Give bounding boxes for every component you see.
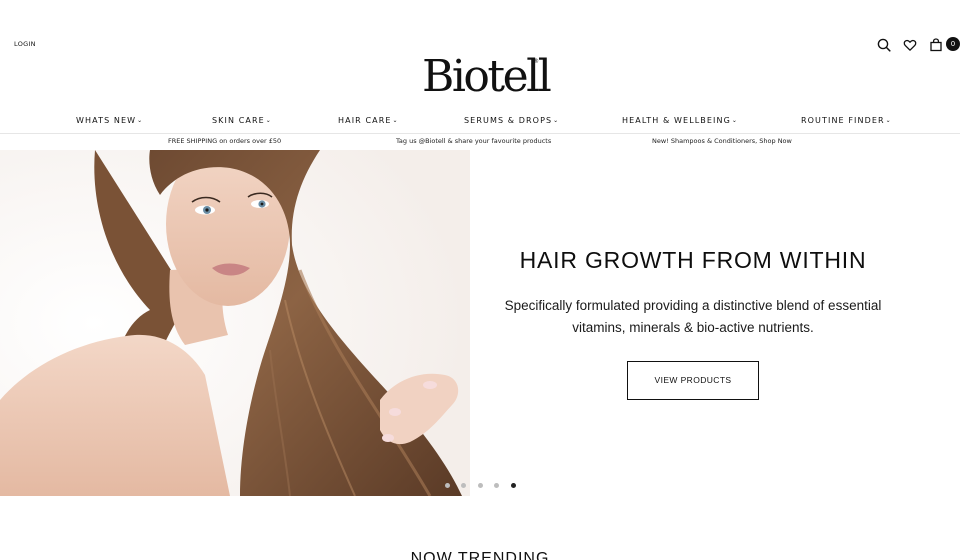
chevron-down-icon: ⌄ [265,117,272,124]
announcement-tag-us[interactable]: Tag us @Biotell & share your favourite p… [396,137,551,145]
hero-title: HAIR GROWTH FROM WITHIN [519,247,867,273]
carousel-dot[interactable] [445,483,450,488]
chevron-down-icon: ⌄ [731,117,739,124]
heart-icon[interactable] [902,37,918,53]
nav-item-label: HAIR CARE [338,116,392,125]
hero-model-image [0,150,470,496]
nav-divider [0,133,960,134]
chevron-down-icon: ⌄ [137,117,144,124]
nav-item-routine-finder[interactable]: ROUTINE FINDER⌄ [801,116,892,125]
bag-icon[interactable] [928,37,944,53]
nav-item-label: SERUMS & DROPS [464,116,553,125]
hero-subtitle-line: vitamins, minerals & bio-active nutrient… [572,320,814,335]
login-link[interactable]: LOGIN [14,40,36,48]
hero-subtitle: Specifically formulated providing a dist… [490,295,896,339]
hero-subtitle-line: Specifically formulated providing a dist… [504,298,882,313]
nav-item-skin-care[interactable]: SKIN CARE⌄ [212,116,272,125]
nav-item-label: SKIN CARE [212,116,265,125]
logo-text: Biotell [422,51,552,102]
section-title-now-trending: NOW TRENDING [410,550,550,560]
nav-item-label: WHATS NEW [76,116,137,125]
announcement-shipping[interactable]: FREE SHIPPING on orders over £50 [168,137,281,145]
carousel-dot[interactable] [461,483,466,488]
carousel-dots [443,483,523,489]
chevron-down-icon: ⌄ [885,117,892,124]
brand-logo[interactable]: Biotell ® [422,52,552,102]
cart-count-badge[interactable]: 0 [946,37,960,51]
announcement-new-products[interactable]: New! Shampoos & Conditioners, Shop Now [652,137,792,145]
carousel-dot[interactable] [478,483,483,488]
nav-item-label: ROUTINE FINDER [801,116,885,125]
carousel-dot[interactable] [494,483,499,488]
nav-item-label: HEALTH & WELLBEING [622,116,731,125]
chevron-down-icon: ⌄ [392,117,399,124]
view-products-button[interactable]: VIEW PRODUCTS [627,361,759,400]
nav-item-whats-new[interactable]: WHATS NEW⌄ [76,116,143,125]
hero-banner: HAIR GROWTH FROM WITHIN Specifically for… [0,150,960,496]
nav-item-health-wellbeing[interactable]: HEALTH & WELLBEING⌄ [622,116,738,125]
main-nav: WHATS NEW⌄ SKIN CARE⌄ HAIR CARE⌄ SERUMS … [0,114,960,134]
carousel-dot-active[interactable] [511,483,516,488]
nav-item-serums-drops[interactable]: SERUMS & DROPS⌄ [464,116,559,125]
search-icon[interactable] [876,37,892,53]
logo-registered-mark: ® [533,58,539,65]
nav-item-hair-care[interactable]: HAIR CARE⌄ [338,116,399,125]
chevron-down-icon: ⌄ [553,117,560,124]
